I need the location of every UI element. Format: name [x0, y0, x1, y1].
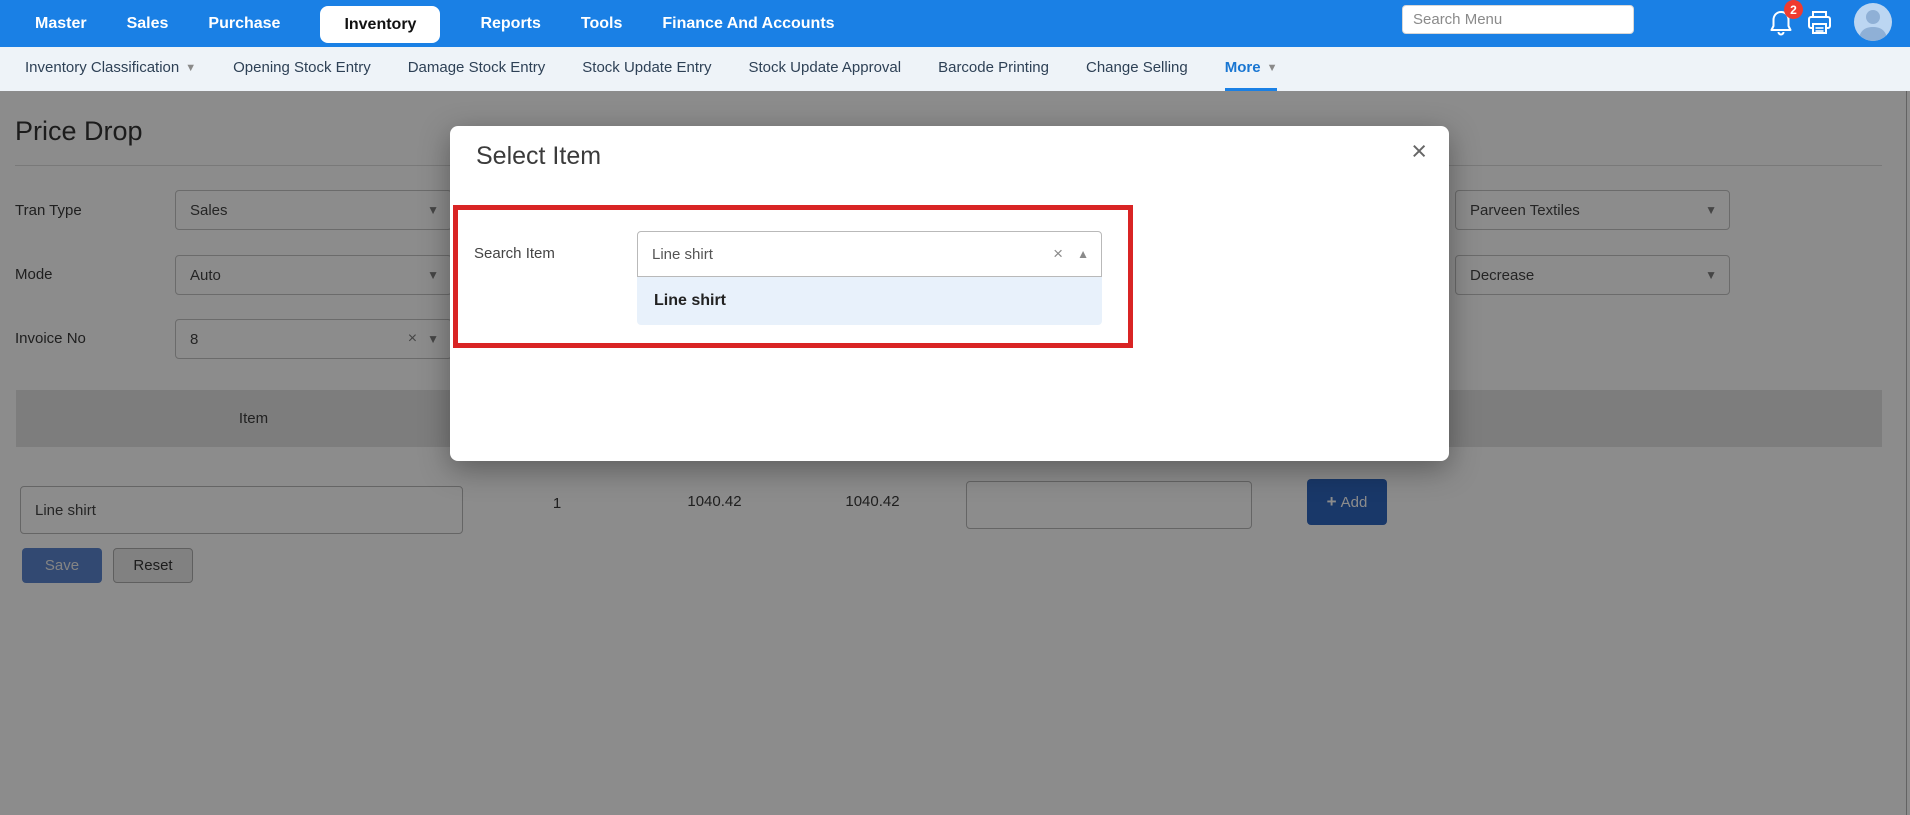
subnav-item-label: More — [1224, 59, 1261, 76]
user-avatar[interactable] — [1854, 3, 1892, 41]
dropdown-option-line-shirt[interactable]: Line shirt — [637, 292, 1102, 310]
subnav-item-inventory-classification[interactable]: Inventory Classification ▼ — [25, 47, 196, 91]
clear-icon[interactable]: × — [1053, 244, 1063, 264]
top-nav-menu: Master Sales Purchase Inventory Reports … — [0, 0, 835, 47]
search-item-combobox[interactable]: × ▲ — [637, 231, 1102, 277]
subnav-item-opening-stock-entry[interactable]: Opening Stock Entry — [233, 47, 371, 91]
nav-item-purchase[interactable]: Purchase — [208, 15, 280, 33]
subnav-item-label: Inventory Classification — [25, 59, 180, 76]
search-menu-input[interactable] — [1402, 5, 1634, 34]
nav-item-finance[interactable]: Finance And Accounts — [662, 15, 834, 33]
select-item-modal: Select Item × Search Item × ▲ Line shirt — [450, 126, 1449, 461]
subnav-item-barcode-printing[interactable]: Barcode Printing — [938, 47, 1049, 91]
subnav-item-damage-stock-entry[interactable]: Damage Stock Entry — [408, 47, 546, 91]
search-results-dropdown: Line shirt — [637, 277, 1102, 325]
subnav-item-more[interactable]: More ▼ — [1224, 47, 1278, 91]
notification-count-badge: 2 — [1784, 0, 1803, 19]
close-icon[interactable]: × — [1411, 138, 1427, 165]
search-item-label: Search Item — [474, 245, 555, 262]
nav-item-sales[interactable]: Sales — [127, 15, 169, 33]
inventory-subnav: Inventory Classification ▼ Opening Stock… — [0, 47, 1910, 91]
chevron-down-icon: ▼ — [185, 61, 197, 74]
subnav-item-stock-update-entry[interactable]: Stock Update Entry — [582, 47, 711, 91]
printer-icon[interactable] — [1806, 10, 1833, 36]
chevron-up-icon[interactable]: ▲ — [1077, 247, 1089, 261]
nav-item-tools[interactable]: Tools — [581, 15, 622, 33]
search-item-input[interactable] — [652, 245, 1054, 263]
subnav-item-stock-update-approval[interactable]: Stock Update Approval — [749, 47, 902, 91]
chevron-down-icon: ▼ — [1266, 61, 1278, 74]
top-navbar: Master Sales Purchase Inventory Reports … — [0, 0, 1910, 47]
nav-item-reports[interactable]: Reports — [480, 15, 540, 33]
subnav-item-change-selling[interactable]: Change Selling — [1086, 47, 1188, 91]
nav-item-inventory[interactable]: Inventory — [320, 5, 441, 43]
modal-title: Select Item — [476, 142, 602, 170]
nav-item-master[interactable]: Master — [35, 15, 87, 33]
